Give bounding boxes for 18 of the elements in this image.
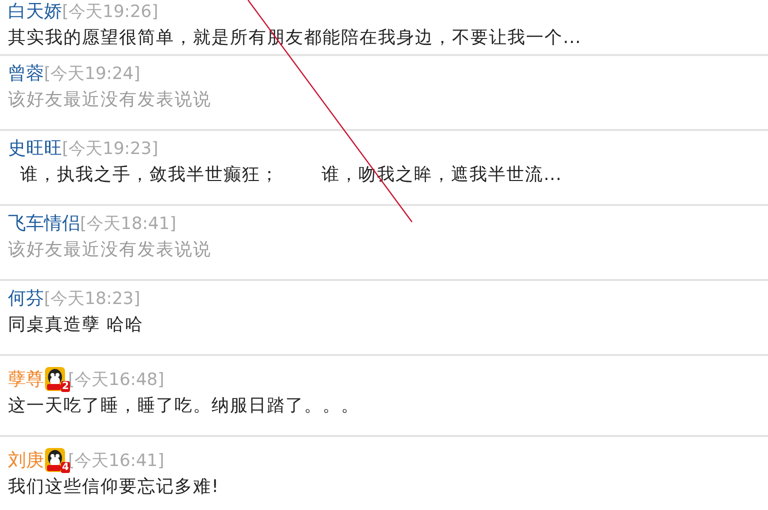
status-text: 谁，执我之手，敛我半世癫狂； 谁，吻我之眸，遮我半世流... (19, 164, 563, 187)
friend-name[interactable]: 何芬 (8, 287, 44, 311)
vip-badge: 2 (44, 366, 68, 392)
friend-name[interactable]: 史旺旺 (8, 137, 62, 161)
post-time: [今天19:23] (62, 138, 158, 161)
vip-badge: 4 (44, 447, 68, 473)
friend-name[interactable]: 白天娇 (8, 0, 62, 24)
no-status-text: 该好友最近没有发表说说 (8, 89, 212, 112)
status-text: 这一天吃了睡，睡了吃。纳服日踏了。。。 (8, 395, 360, 418)
friend-name[interactable]: 飞车情侣 (8, 212, 80, 236)
no-status-text: 该好友最近没有发表说说 (8, 239, 212, 262)
post-time: [今天19:26] (62, 1, 158, 24)
post-time: [今天19:24] (44, 63, 140, 86)
post-time: [今天18:23] (44, 288, 140, 311)
status-text: 同桌真造孽 哈哈 (8, 314, 145, 337)
status-text: 我们这些信仰要忘记多难! (8, 476, 220, 499)
post-time: [今天18:41] (80, 213, 176, 236)
friend-name[interactable]: 曾蓉 (8, 62, 44, 86)
